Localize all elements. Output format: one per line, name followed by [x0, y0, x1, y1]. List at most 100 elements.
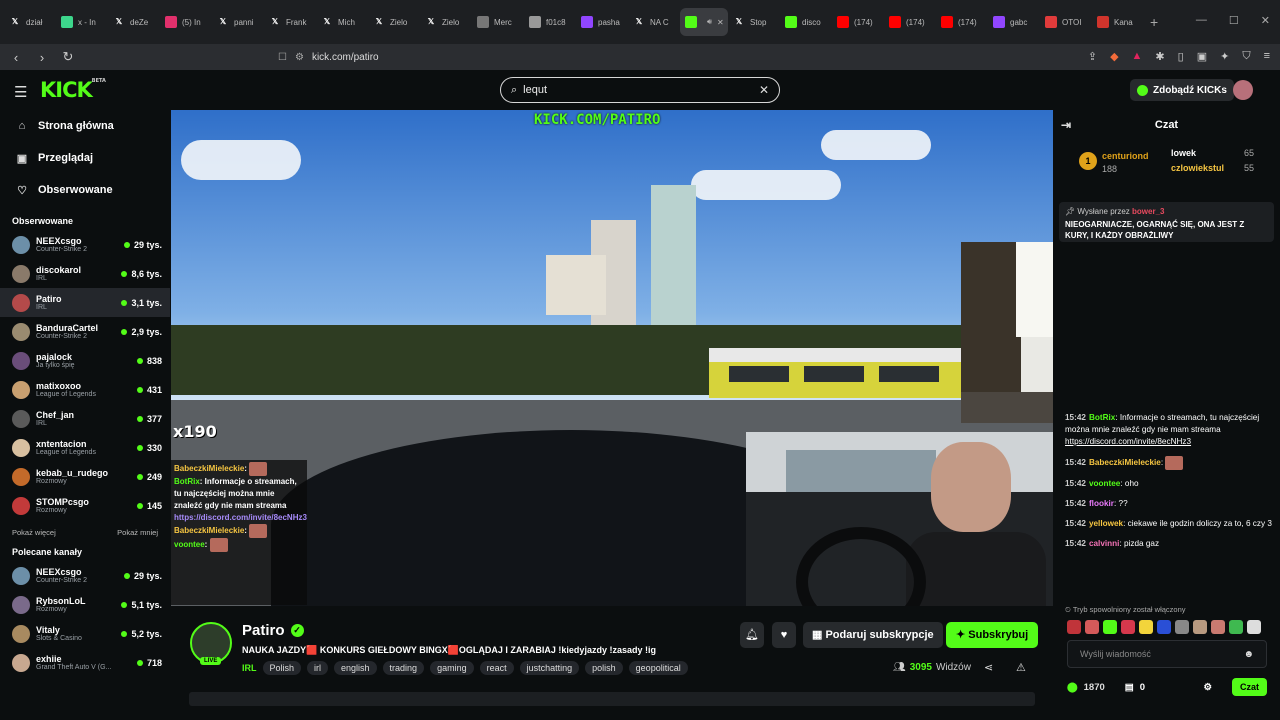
message-user[interactable]: BotRix [1089, 413, 1115, 422]
url-field[interactable]: ☐ ⚙ kick.com/patiro [270, 46, 990, 68]
browser-tab[interactable]: OTOI [1040, 8, 1092, 36]
gifter-name[interactable]: centuriond [1102, 151, 1149, 161]
report-icon[interactable]: ⚠ [1016, 661, 1026, 674]
follow-button[interactable]: ♥ [772, 622, 796, 648]
browser-tab[interactable]: disco [780, 8, 832, 36]
send-chat-button[interactable]: Czat [1231, 678, 1267, 696]
share-icon[interactable]: ⋖ [984, 661, 993, 674]
sidebar-channel[interactable]: Patiro IRL 3,1 tys. [0, 288, 170, 317]
kick-logo[interactable]: KICKBETA [40, 78, 106, 102]
site-settings-icon[interactable]: ⚙ [295, 52, 304, 63]
subscribe-button[interactable]: ✦ Subskrybuj [946, 622, 1039, 648]
sidebar-nav-2[interactable]: ♡ Obserwowane [0, 174, 170, 206]
emote-icon[interactable] [1139, 620, 1153, 634]
browser-tab[interactable]: pasha [576, 8, 628, 36]
speaker-icon[interactable]: 🔊︎ [707, 17, 712, 27]
channel-name[interactable]: Patiro [242, 622, 285, 639]
emote-icon[interactable] [1121, 620, 1135, 634]
leo-icon[interactable]: ✦ [1220, 50, 1229, 63]
collapse-chat-icon[interactable]: ⇥ [1061, 118, 1071, 132]
get-kicks-button[interactable]: Zdobądź KICKs [1130, 79, 1234, 101]
browser-tab[interactable]: 𝕏deZe [108, 8, 160, 36]
gift-subs-button[interactable]: ▦ Podaruj subskrypcje [803, 622, 943, 648]
hamburger-menu-icon[interactable]: ☰ [14, 83, 27, 101]
browser-tab[interactable]: Kana [1092, 8, 1144, 36]
sidebar-icon[interactable]: ▯ [1178, 50, 1184, 63]
vpn-icon[interactable]: ⛉ [1242, 50, 1250, 63]
emote-icon[interactable] [1157, 620, 1171, 634]
sidebar-channel[interactable]: xntentacion League of Legends 330 [0, 433, 170, 462]
share-icon[interactable]: ⇪ [1088, 50, 1097, 63]
emote-icon[interactable] [1247, 620, 1261, 634]
browser-tab[interactable]: 𝕏panni [212, 8, 264, 36]
emote-icon[interactable] [1211, 620, 1225, 634]
notifications-button[interactable]: 🔔︎ [740, 622, 764, 648]
extensions-icon[interactable]: ✱ [1155, 50, 1164, 63]
minimize-icon[interactable]: — [1196, 14, 1207, 27]
browser-tab[interactable]: (5) In [160, 8, 212, 36]
message-user[interactable]: flookir [1089, 499, 1114, 508]
sidebar-channel[interactable]: BanduraCartel Counter-Strike 2 2,9 tys. [0, 317, 170, 346]
bookmark-icon[interactable]: ☐ [278, 52, 287, 63]
sidebar-channel[interactable]: Vitaly Slots & Casino 5,2 tys. [0, 619, 170, 648]
new-tab-icon[interactable]: + [1150, 14, 1158, 30]
browser-tab[interactable]: Merc [472, 8, 524, 36]
emote-icon[interactable] [1229, 620, 1243, 634]
chat-message-input[interactable]: Wyślij wiadomość ☻ [1067, 640, 1267, 668]
category-link[interactable]: IRL [242, 663, 257, 673]
browser-tab[interactable]: 𝕏 Zielo [368, 8, 420, 36]
forward-icon[interactable]: › [32, 50, 52, 65]
user-avatar[interactable] [1233, 80, 1253, 100]
menu-icon[interactable]: ≡ [1264, 50, 1270, 63]
search-input[interactable]: ⌕ lequt ✕ [500, 77, 780, 103]
emote-icon[interactable] [1067, 620, 1081, 634]
sidebar-channel[interactable]: pajalock Ja tylko śpię 838 [0, 346, 170, 375]
show-less-link[interactable]: Pokaż mniej [117, 528, 158, 537]
tag-chip[interactable]: justchatting [519, 661, 580, 675]
tag-chip[interactable]: gaming [430, 661, 474, 675]
browser-tab[interactable]: 𝕏dział [4, 8, 56, 36]
browser-tab[interactable]: 𝕏 Mich [316, 8, 368, 36]
rewards-icon[interactable]: ▲ [1132, 50, 1143, 63]
message-link[interactable]: https://discord.com/invite/8ecNHz3 [1065, 437, 1191, 446]
sidebar-channel[interactable]: discokarol IRL 8,6 tys. [0, 259, 170, 288]
tag-chip[interactable]: english [334, 661, 377, 675]
browser-tab[interactable]: gabc [988, 8, 1040, 36]
emote-icon[interactable] [1175, 620, 1189, 634]
sidebar-channel[interactable]: exhiie Grand Theft Auto V (G... 718 [0, 648, 170, 677]
sidebar-channel[interactable]: matixoxoo League of Legends 431 [0, 375, 170, 404]
tag-chip[interactable]: trading [382, 661, 425, 675]
sidebar-channel[interactable]: NEEXcsgo Counter-Strike 2 29 tys. [0, 230, 170, 259]
browser-tab[interactable]: (174) [936, 8, 988, 36]
gifter-name[interactable]: czlowiekstul [1171, 163, 1224, 173]
tag-chip[interactable]: polish [585, 661, 623, 675]
close-tab-icon[interactable]: ✕ [717, 18, 724, 27]
browser-tab[interactable]: x - In [56, 8, 108, 36]
browser-tab[interactable]: 𝕏 Stop [728, 8, 780, 36]
browser-tab[interactable]: (174) [884, 8, 936, 36]
browser-tab[interactable]: 𝕏 Frank [264, 8, 316, 36]
browser-tab[interactable]: 𝕏 Zielo [420, 8, 472, 36]
emoji-picker-icon[interactable]: ☻ [1243, 649, 1254, 660]
tag-chip[interactable]: irl [307, 661, 329, 675]
tag-chip[interactable]: Polish [262, 661, 302, 675]
message-user[interactable]: calvinni [1089, 539, 1120, 548]
browser-tab[interactable]: f01c8 [524, 8, 576, 36]
message-user[interactable]: voontee [1089, 479, 1120, 488]
back-icon[interactable]: ‹ [6, 50, 26, 65]
sidebar-channel[interactable]: STOMPcsgo Rozmowy 145 [0, 491, 170, 520]
show-more-link[interactable]: Pokaż więcej [12, 528, 56, 537]
message-user[interactable]: BabeczkiMieleckie [1089, 458, 1161, 467]
wallet-icon[interactable]: ▣ [1197, 50, 1207, 63]
chat-settings-icon[interactable]: ⚙ [1203, 682, 1212, 693]
emote-icon[interactable] [1193, 620, 1207, 634]
tag-chip[interactable]: react [479, 661, 514, 675]
emote-icon[interactable] [1103, 620, 1117, 634]
chest-count[interactable]: 0 [1140, 682, 1145, 693]
sidebar-channel[interactable]: NEEXcsgo Counter-Strike 2 29 tys. [0, 561, 170, 590]
channel-points[interactable]: 1870 [1084, 682, 1105, 693]
message-user[interactable]: yellowek [1089, 519, 1123, 528]
browser-tab[interactable]: 🔊︎ ✕ [680, 8, 728, 36]
gifter-name[interactable]: lowek [1171, 148, 1196, 158]
video-player[interactable]: KICK.COM/PATIRO x190 BabeczkiMieleckie: … [171, 110, 1053, 606]
